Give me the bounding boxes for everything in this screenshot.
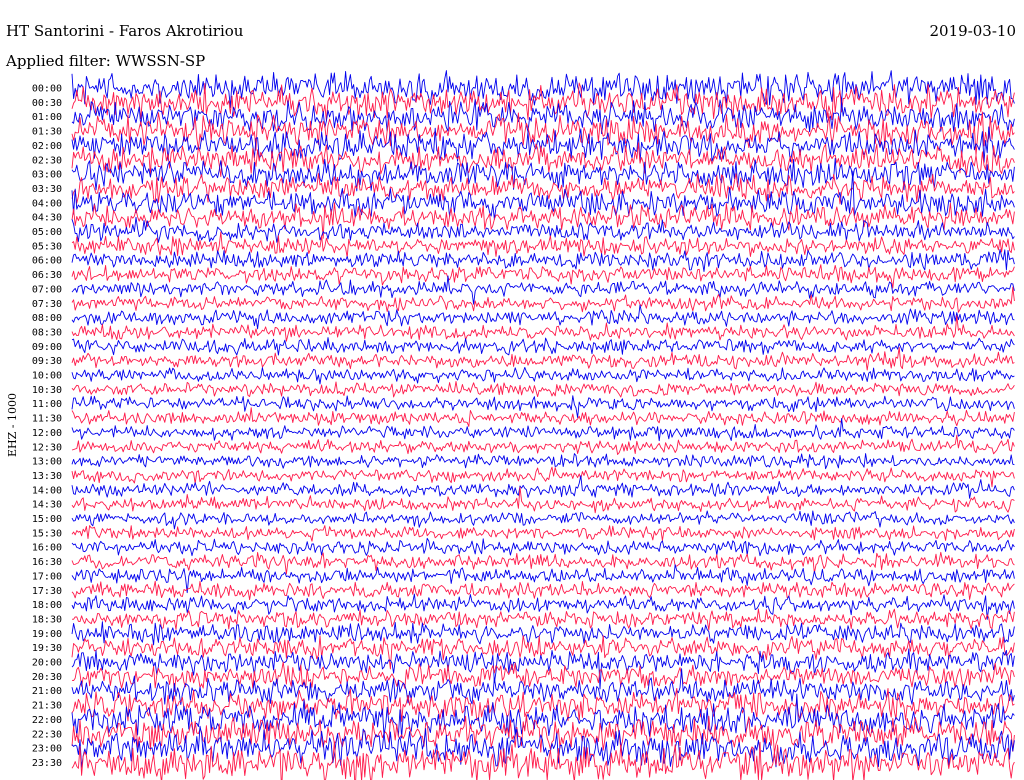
time-tick-label: 19:00 <box>32 629 62 640</box>
time-tick-label: 21:30 <box>32 701 62 712</box>
station-title: HT Santorini - Faros Akrotiriou <box>6 22 244 40</box>
seismic-trace-1400 <box>71 475 1015 499</box>
seismic-trace-0430 <box>71 202 1015 239</box>
seismic-trace-1230 <box>71 434 1015 455</box>
seismic-trace-0930 <box>71 346 1015 371</box>
seismic-trace-1730 <box>71 580 1015 601</box>
time-tick-label: 03:30 <box>32 184 62 195</box>
seismic-trace-1000 <box>71 366 1015 385</box>
seismic-trace-0000 <box>71 70 1015 108</box>
record-date: 2019-03-10 <box>930 22 1016 40</box>
seismic-trace-0630 <box>71 264 1015 289</box>
seismic-trace-0530 <box>71 231 1015 258</box>
time-tick-label: 17:00 <box>32 571 62 582</box>
time-tick-label: 10:00 <box>32 371 62 382</box>
time-tick-label: 08:00 <box>32 313 62 324</box>
seismic-trace-1200 <box>71 417 1015 442</box>
time-tick-label: 15:30 <box>32 528 62 539</box>
time-tick-label: 08:30 <box>32 327 62 338</box>
time-tick-label: 09:00 <box>32 342 62 353</box>
seismic-trace-2100 <box>71 668 1015 705</box>
time-tick-label: 12:30 <box>32 442 62 453</box>
seismic-trace-1500 <box>71 510 1015 530</box>
time-tick-label: 03:00 <box>32 170 62 181</box>
time-tick-label: 16:00 <box>32 543 62 554</box>
time-tick-label: 19:30 <box>32 643 62 654</box>
time-tick-label: 20:00 <box>32 658 62 669</box>
time-tick-label: 11:30 <box>32 414 62 425</box>
seismic-trace-1600 <box>71 537 1015 557</box>
channel-label: EHZ - 1000 <box>6 393 19 457</box>
time-tick-label: 04:00 <box>32 198 62 209</box>
seismic-trace-1330 <box>71 466 1015 488</box>
time-tick-label: 23:00 <box>32 744 62 755</box>
time-tick-label: 05:30 <box>32 241 62 252</box>
time-tick-label: 00:30 <box>32 98 62 109</box>
time-tick-label: 16:30 <box>32 557 62 568</box>
time-tick-label: 07:30 <box>32 299 62 310</box>
time-tick-label: 10:30 <box>32 385 62 396</box>
time-tick-label: 02:00 <box>32 141 62 152</box>
seismic-trace-1900 <box>71 621 1015 646</box>
time-tick-label: 05:00 <box>32 227 62 238</box>
time-tick-label: 14:30 <box>32 500 62 511</box>
seismic-trace-1300 <box>71 453 1015 470</box>
seismic-trace-1630 <box>71 551 1015 575</box>
seismic-trace-1700 <box>71 564 1015 594</box>
traces-group <box>71 70 1015 780</box>
seismic-trace-1800 <box>71 593 1015 620</box>
time-tick-label: 23:30 <box>32 758 62 769</box>
time-tick-label: 04:30 <box>32 213 62 224</box>
time-tick-label: 13:00 <box>32 457 62 468</box>
seismic-trace-0730 <box>71 286 1015 313</box>
seismic-trace-1130 <box>71 407 1015 427</box>
time-tick-label: 06:00 <box>32 256 62 267</box>
time-tick-label: 01:00 <box>32 112 62 123</box>
time-tick-label: 06:30 <box>32 270 62 281</box>
time-tick-label: 22:30 <box>32 729 62 740</box>
seismic-trace-0500 <box>71 216 1015 243</box>
seismic-trace-1100 <box>71 395 1015 418</box>
time-tick-label: 09:30 <box>32 356 62 367</box>
time-tick-label: 17:30 <box>32 586 62 597</box>
time-tick-label: 18:30 <box>32 614 62 625</box>
time-tick-label: 00:00 <box>32 84 62 95</box>
time-tick-label: 07:00 <box>32 284 62 295</box>
time-tick-label: 01:30 <box>32 127 62 138</box>
helicorder-chart: HT Santorini - Faros Akrotiriou 2019-03-… <box>5 22 1016 780</box>
time-tick-label: 18:00 <box>32 600 62 611</box>
seismic-trace-2000 <box>71 648 1015 690</box>
time-tick-label: 13:30 <box>32 471 62 482</box>
seismic-trace-1530 <box>71 525 1015 542</box>
time-tick-label: 15:00 <box>32 514 62 525</box>
time-tick-label: 14:00 <box>32 485 62 496</box>
filter-label: Applied filter: WWSSN-SP <box>5 52 205 70</box>
time-tick-label: 22:00 <box>32 715 62 726</box>
time-tick-label: 21:00 <box>32 686 62 697</box>
time-tick-label: 12:00 <box>32 428 62 439</box>
time-tick-label: 20:30 <box>32 672 62 683</box>
seismic-trace-0900 <box>71 337 1015 356</box>
tick-labels-group: 00:00 00:30 01:00 01:30 02:00 02:30 03:00 03:30… <box>32 84 62 769</box>
time-tick-label: 02:30 <box>32 155 62 166</box>
time-tick-label: 11:00 <box>32 399 62 410</box>
seismic-trace-1030 <box>71 380 1015 398</box>
